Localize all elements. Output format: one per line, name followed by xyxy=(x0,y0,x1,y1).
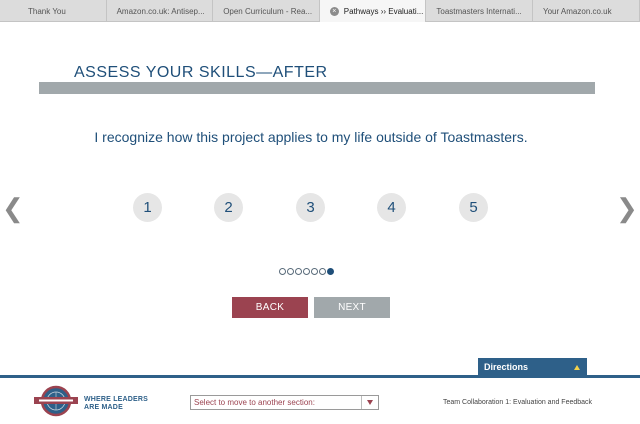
browser-tab-label: Amazon.co.uk: Antisep... xyxy=(116,6,205,16)
browser-tab[interactable]: Your Amazon.co.uk xyxy=(533,0,640,22)
progress-dot-current xyxy=(327,268,334,275)
progress-dot xyxy=(287,268,294,275)
progress-dots xyxy=(279,268,334,275)
title-divider xyxy=(39,82,595,94)
tagline: WHERE LEADERS ARE MADE xyxy=(84,396,148,412)
page-title: ASSESS YOUR SKILLS—AFTER xyxy=(74,64,328,81)
progress-dot xyxy=(319,268,326,275)
tagline-line-2: ARE MADE xyxy=(84,404,123,411)
rating-option-5[interactable]: 5 xyxy=(459,193,488,222)
dropdown-caret-icon xyxy=(361,396,378,409)
directions-toggle[interactable]: Directions xyxy=(478,358,587,376)
browser-tab-label: Pathways ›› Evaluati... xyxy=(343,6,424,16)
section-select-text: Select to move to another section: xyxy=(194,398,315,407)
back-button[interactable]: BACK xyxy=(232,297,308,318)
expand-up-icon xyxy=(574,364,580,370)
section-select-dropdown[interactable]: Select to move to another section: xyxy=(190,395,379,410)
rating-option-1[interactable]: 1 xyxy=(133,193,162,222)
close-tab-icon[interactable]: × xyxy=(329,6,339,16)
previous-slide-arrow-icon[interactable]: ❮ xyxy=(2,195,24,221)
browser-tab[interactable]: Amazon.co.uk: Antisep... xyxy=(107,0,214,22)
rating-option-3[interactable]: 3 xyxy=(296,193,325,222)
assessment-question: I recognize how this project applies to … xyxy=(94,129,528,145)
directions-label: Directions xyxy=(484,362,529,372)
next-button[interactable]: NEXT xyxy=(314,297,390,318)
toastmasters-logo xyxy=(34,385,78,417)
rating-option-4[interactable]: 4 xyxy=(377,193,406,222)
progress-dot xyxy=(279,268,286,275)
next-slide-arrow-icon[interactable]: ❯ xyxy=(616,195,638,221)
progress-dot xyxy=(295,268,302,275)
progress-dot xyxy=(311,268,318,275)
browser-tab-label: Your Amazon.co.uk xyxy=(542,6,612,16)
progress-dot xyxy=(303,268,310,275)
browser-tab-label: Toastmasters Internati... xyxy=(436,6,522,16)
browser-tab-active[interactable]: × Pathways ›› Evaluati... xyxy=(319,0,427,22)
rating-option-2[interactable]: 2 xyxy=(214,193,243,222)
browser-tab-strip: Thank You Amazon.co.uk: Antisep... Open … xyxy=(0,0,640,22)
tagline-line-1: WHERE LEADERS xyxy=(84,396,149,403)
browser-tab[interactable]: Toastmasters Internati... xyxy=(426,0,533,22)
browser-tab-label: Open Curriculum - Rea... xyxy=(223,6,313,16)
browser-tab[interactable]: Open Curriculum - Rea... xyxy=(213,0,320,22)
browser-tab[interactable]: Thank You xyxy=(0,0,107,22)
project-name: Team Collaboration 1: Evaluation and Fee… xyxy=(443,399,593,406)
browser-tab-label: Thank You xyxy=(28,6,66,16)
